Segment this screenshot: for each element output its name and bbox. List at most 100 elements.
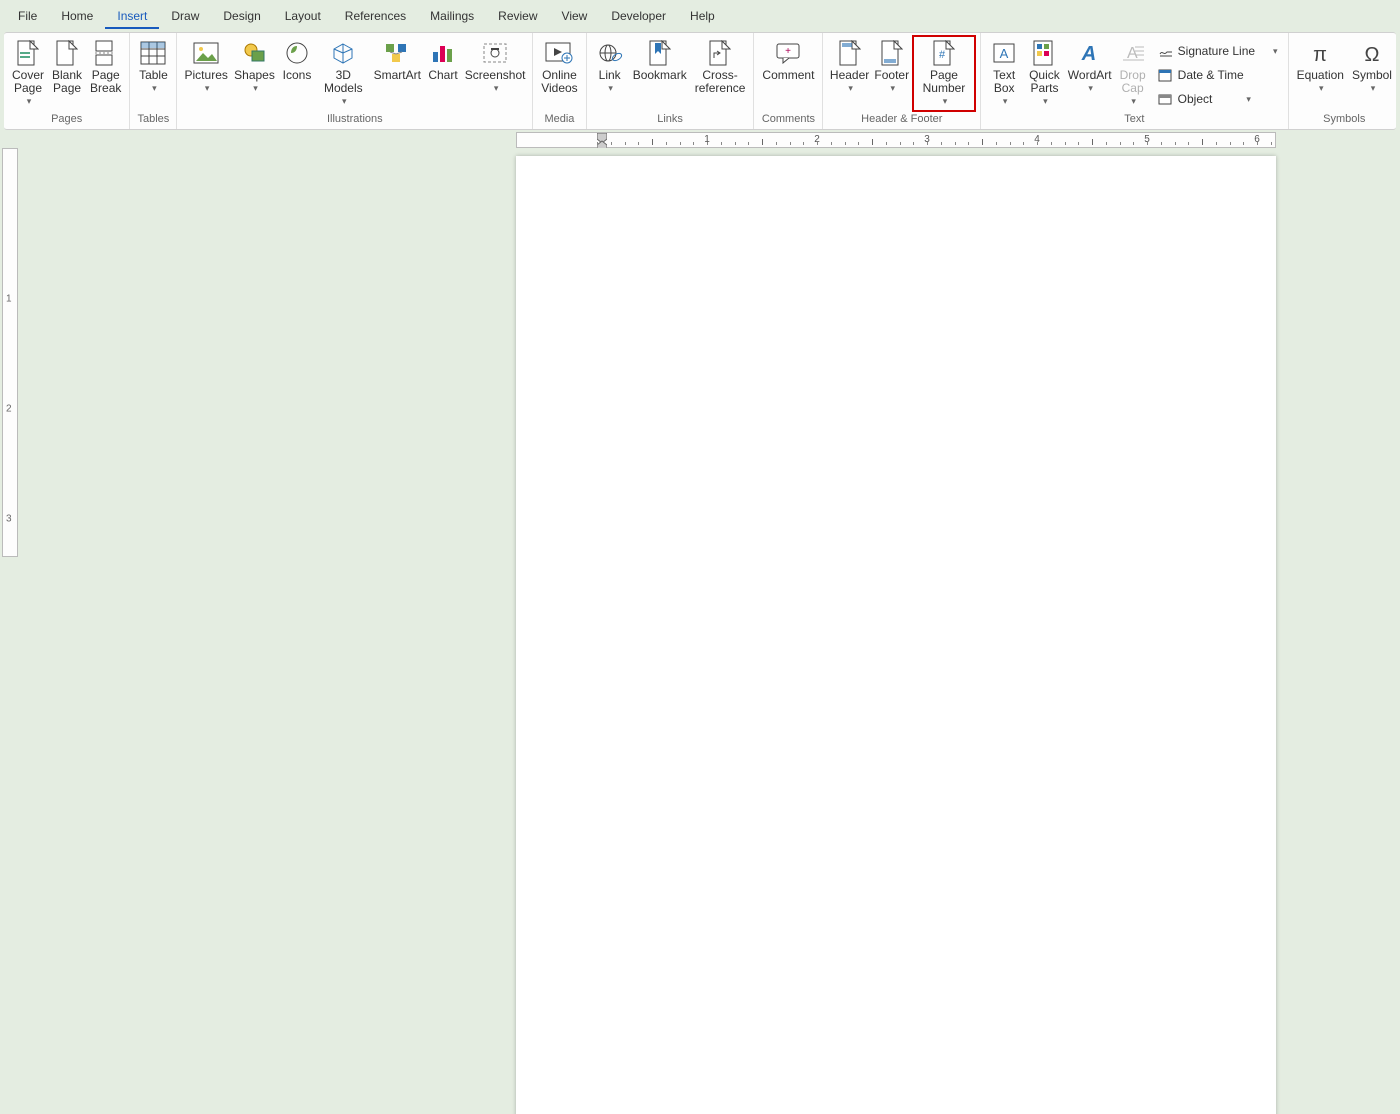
ruler-tick: [693, 142, 694, 145]
tab-view[interactable]: View: [550, 3, 600, 29]
indent-marker[interactable]: [597, 133, 607, 149]
cover-page-label: Cover Page: [12, 69, 44, 95]
ruler-tick: [1243, 142, 1244, 145]
footer-button[interactable]: Footer▾: [872, 35, 912, 95]
ruler-tick: [1092, 139, 1093, 145]
tab-layout[interactable]: Layout: [273, 3, 333, 29]
chart-label: Chart: [428, 69, 457, 82]
ruler-tick: [872, 139, 873, 145]
cross-reference-button[interactable]: Cross- reference: [691, 35, 750, 95]
screenshot-label: Screenshot: [465, 68, 526, 82]
wordart-label: WordArt: [1068, 68, 1112, 82]
ruler-tick: [748, 142, 749, 145]
tab-mailings[interactable]: Mailings: [418, 3, 486, 29]
tab-insert[interactable]: Insert: [105, 3, 159, 29]
svg-text:+: +: [786, 46, 792, 57]
bookmark-icon: [645, 39, 675, 67]
chart-button[interactable]: Chart: [424, 35, 462, 82]
blank-page-icon: [52, 39, 82, 67]
group-label-symbols: Symbols: [1293, 113, 1396, 127]
ruler-number: 1: [704, 134, 710, 145]
blank-page-label: Blank Page: [52, 69, 82, 95]
svg-text:#: #: [939, 49, 946, 61]
shapes-button[interactable]: Shapes▾: [231, 35, 278, 95]
ruler-tick: [900, 142, 901, 145]
date-time-icon: [1158, 67, 1174, 83]
group-label-pages: Pages: [8, 113, 125, 127]
horizontal-ruler[interactable]: 123456: [516, 132, 1276, 148]
page-number-icon: #: [929, 39, 959, 67]
page-break-button[interactable]: Page Break: [86, 35, 125, 95]
bookmark-button[interactable]: Bookmark: [629, 35, 691, 82]
group-label-comments: Comments: [758, 113, 818, 127]
ruler-tick: [913, 142, 914, 145]
vertical-ruler[interactable]: 123: [2, 148, 18, 557]
tab-draw[interactable]: Draw: [159, 3, 211, 29]
shapes-icon: [240, 39, 270, 67]
document-page[interactable]: [516, 156, 1276, 1114]
comment-button[interactable]: + Comment: [758, 35, 818, 82]
cross-reference-label: Cross- reference: [695, 69, 746, 95]
wordart-button[interactable]: A WordArt▾: [1066, 35, 1114, 95]
3d-models-button[interactable]: 3D Models ▾: [316, 35, 371, 108]
group-label-text: Text: [985, 113, 1283, 127]
ruler-tick: [1051, 142, 1052, 145]
ruler-tick: [1161, 142, 1162, 145]
ruler-tick: [1120, 142, 1121, 145]
object-button[interactable]: Object ▾: [1154, 89, 1282, 109]
icons-button[interactable]: Icons: [278, 35, 316, 82]
tab-design[interactable]: Design: [211, 3, 272, 29]
signature-line-button[interactable]: Signature Line ▾: [1154, 41, 1282, 61]
pictures-label: Pictures: [185, 68, 228, 82]
icons-label: Icons: [283, 69, 312, 82]
equation-button[interactable]: π Equation▾: [1293, 35, 1348, 95]
page-break-icon: [91, 39, 121, 67]
ruler-tick: [1106, 142, 1107, 145]
quick-parts-icon: [1029, 39, 1059, 67]
tab-help[interactable]: Help: [678, 3, 727, 29]
link-label: Link: [599, 68, 621, 82]
date-time-label: Date & Time: [1178, 68, 1244, 82]
tab-file[interactable]: File: [6, 3, 49, 29]
comment-label: Comment: [762, 69, 814, 82]
smartart-button[interactable]: SmartArt: [371, 35, 424, 82]
group-label-tables: Tables: [134, 113, 172, 127]
ruler-tick: [1202, 139, 1203, 145]
pictures-button[interactable]: Pictures▾: [181, 35, 231, 95]
text-box-button[interactable]: A Text Box ▾: [985, 35, 1023, 108]
link-button[interactable]: Link▾: [591, 35, 629, 95]
group-label-media: Media: [537, 113, 581, 127]
screenshot-icon: [480, 39, 510, 67]
online-videos-button[interactable]: Online Videos: [537, 35, 581, 95]
object-icon: [1158, 91, 1174, 107]
ruler-tick: [803, 142, 804, 145]
screenshot-button[interactable]: Screenshot▾: [462, 35, 528, 95]
pictures-icon: [191, 39, 221, 67]
group-illustrations: Pictures▾ Shapes▾ Icons 3D Models ▾: [177, 33, 533, 129]
group-header-footer: Header▾ Footer▾ # Page Number ▾ Header &…: [823, 33, 981, 129]
tab-references[interactable]: References: [333, 3, 418, 29]
symbol-button[interactable]: Ω Symbol▾: [1348, 35, 1396, 95]
drop-cap-button[interactable]: A Drop Cap ▾: [1114, 35, 1152, 108]
object-label: Object: [1178, 92, 1213, 106]
ruler-tick: [1188, 142, 1189, 145]
online-videos-label: Online Videos: [541, 69, 577, 95]
ruler-tick: [680, 142, 681, 145]
ruler-tick: [776, 142, 777, 145]
page-number-button[interactable]: # Page Number ▾: [912, 35, 976, 112]
menu-bar: File Home Insert Draw Design Layout Refe…: [0, 0, 1400, 32]
quick-parts-button[interactable]: Quick Parts ▾: [1023, 35, 1066, 108]
header-button[interactable]: Header▾: [827, 35, 871, 95]
tab-home[interactable]: Home: [49, 3, 105, 29]
tab-developer[interactable]: Developer: [599, 3, 678, 29]
bookmark-label: Bookmark: [633, 69, 687, 82]
cover-page-button[interactable]: Cover Page▾: [8, 35, 48, 108]
blank-page-button[interactable]: Blank Page: [48, 35, 86, 95]
group-comments: + Comment Comments: [754, 33, 823, 129]
ruler-tick: [625, 142, 626, 145]
group-links: Link▾ Bookmark Cross- reference Links: [587, 33, 755, 129]
tab-review[interactable]: Review: [486, 3, 549, 29]
document-area: 123: [0, 148, 1400, 557]
table-button[interactable]: Table▾: [134, 35, 172, 95]
date-time-button[interactable]: Date & Time: [1154, 65, 1282, 85]
